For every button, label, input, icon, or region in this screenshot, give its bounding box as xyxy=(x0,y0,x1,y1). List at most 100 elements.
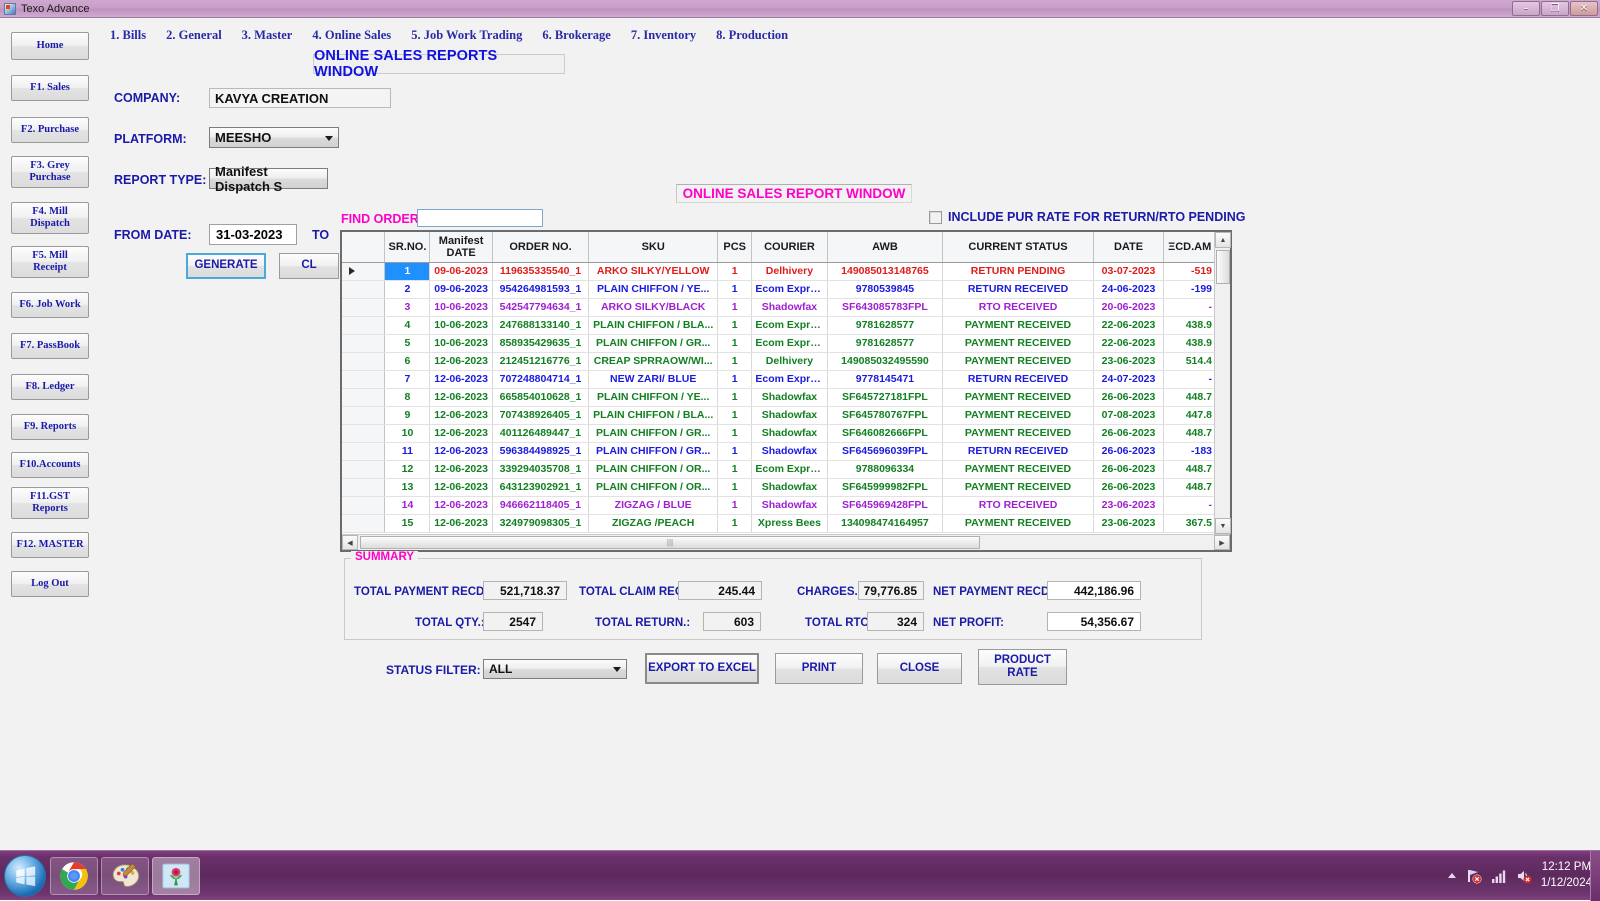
row-header-cell[interactable] xyxy=(342,496,386,515)
column-header-pcs[interactable]: PCS xyxy=(717,232,753,263)
cell-sku[interactable]: ARKO SILKY/YELLOW xyxy=(588,262,719,281)
cell-date[interactable]: 26-06-2023 xyxy=(1093,442,1165,461)
cell-sku[interactable]: ZIGZAG / BLUE xyxy=(588,496,719,515)
cell-manifest_date[interactable]: 12-06-2023 xyxy=(429,496,493,515)
cell-awb[interactable]: 9781628577 xyxy=(827,316,944,335)
table-row[interactable]: 7 12-06-2023 707248804714_1 NEW ZARI/ BLUE 1… xyxy=(342,370,1216,389)
sidebar-item-f1-sales[interactable]: F1. Sales xyxy=(11,75,89,101)
cell-pcs[interactable]: 1 xyxy=(717,280,753,299)
table-row[interactable]: 14 12-06-2023 946662118405_1 ZIGZAG / BLUE 1… xyxy=(342,496,1216,515)
cell-awb[interactable]: SF645780767FPL xyxy=(827,406,944,425)
start-orb-icon[interactable] xyxy=(4,855,46,897)
table-row[interactable]: 4 10-06-2023 247688133140_1 PLAIN CHIFFON /… xyxy=(342,316,1216,335)
cell-status[interactable]: PAYMENT RECEIVED xyxy=(942,478,1094,497)
column-header-recd-amount[interactable]: ΞCD.AM xyxy=(1163,232,1216,263)
generate-button[interactable]: GENERATE xyxy=(186,253,266,279)
menu-item-production[interactable]: 8. Production xyxy=(706,26,798,45)
cell-courier[interactable]: Ecom Express xyxy=(751,460,828,479)
cell-pcs[interactable]: 1 xyxy=(717,478,753,497)
print-button[interactable]: PRINT xyxy=(775,653,863,684)
row-header-cell[interactable] xyxy=(342,280,386,299)
cell-awb[interactable]: 9780539845 xyxy=(827,280,944,299)
cell-pcs[interactable]: 1 xyxy=(717,262,753,281)
sidebar-item-f12-master[interactable]: F12. MASTER xyxy=(11,532,89,558)
cell-sku[interactable]: PLAIN CHIFFON / BLA... xyxy=(588,406,719,425)
cell-sr[interactable]: 13 xyxy=(384,478,431,497)
cell-recd_amt[interactable]: 367.5 xyxy=(1163,514,1216,533)
company-field[interactable]: KAVYA CREATION xyxy=(209,88,391,108)
cell-status[interactable]: PAYMENT RECEIVED xyxy=(942,514,1094,533)
paint-taskbar-icon[interactable] xyxy=(101,857,149,895)
cell-order_no[interactable]: 643123902921_1 xyxy=(492,478,590,497)
cell-sr[interactable]: 4 xyxy=(384,316,431,335)
cell-courier[interactable]: Delhivery xyxy=(751,262,828,281)
cell-courier[interactable]: Shadowfax xyxy=(751,424,828,443)
sidebar-item-f9-reports[interactable]: F9. Reports xyxy=(11,414,89,440)
cell-courier[interactable]: Xpress Bees xyxy=(751,514,828,533)
cell-pcs[interactable]: 1 xyxy=(717,370,753,389)
cell-status[interactable]: PAYMENT RECEIVED xyxy=(942,388,1094,407)
cell-date[interactable]: 22-06-2023 xyxy=(1093,334,1165,353)
cell-recd_amt[interactable]: 447.8 xyxy=(1163,406,1216,425)
close-button-bottom[interactable]: CLOSE xyxy=(877,653,962,684)
platform-select[interactable]: MEESHO xyxy=(209,127,339,148)
cell-sku[interactable]: PLAIN CHIFFON / GR... xyxy=(588,334,719,353)
cell-awb[interactable]: 149085032495590 xyxy=(827,352,944,371)
sidebar-item-f8-ledger[interactable]: F8. Ledger xyxy=(11,374,89,400)
cell-order_no[interactable]: 542547794634_1 xyxy=(492,298,590,317)
cell-recd_amt[interactable]: - xyxy=(1163,370,1216,389)
sidebar-item-f6-job-work[interactable]: F6. Job Work xyxy=(11,292,89,318)
cell-awb[interactable]: SF645696039FPL xyxy=(827,442,944,461)
cell-sku[interactable]: PLAIN CHIFFON / OR... xyxy=(588,478,719,497)
menu-item-inventory[interactable]: 7. Inventory xyxy=(621,26,706,45)
table-row[interactable]: 2 09-06-2023 954264981593_1 PLAIN CHIFFON /… xyxy=(342,280,1216,299)
cell-order_no[interactable]: 119635335540_1 xyxy=(492,262,590,281)
scroll-up-icon[interactable]: ▲ xyxy=(1215,232,1231,248)
cell-sr[interactable]: 14 xyxy=(384,496,431,515)
row-header-cell[interactable] xyxy=(342,406,386,425)
cell-sku[interactable]: CREAP SPRRAOW/WI... xyxy=(588,352,719,371)
cell-order_no[interactable]: 596384498925_1 xyxy=(492,442,590,461)
menu-item-master[interactable]: 3. Master xyxy=(232,26,303,45)
cell-date[interactable]: 20-06-2023 xyxy=(1093,298,1165,317)
cell-order_no[interactable]: 339294035708_1 xyxy=(492,460,590,479)
table-row[interactable]: 3 10-06-2023 542547794634_1 ARKO SILKY/BLAC… xyxy=(342,298,1216,317)
cell-manifest_date[interactable]: 12-06-2023 xyxy=(429,442,493,461)
cell-recd_amt[interactable]: 438.9 xyxy=(1163,334,1216,353)
cell-date[interactable]: 26-06-2023 xyxy=(1093,388,1165,407)
cell-awb[interactable]: 149085013148765 xyxy=(827,262,944,281)
cell-manifest_date[interactable]: 12-06-2023 xyxy=(429,460,493,479)
cell-date[interactable]: 26-06-2023 xyxy=(1093,478,1165,497)
cell-order_no[interactable]: 665854010628_1 xyxy=(492,388,590,407)
cell-pcs[interactable]: 1 xyxy=(717,298,753,317)
row-header-cell[interactable] xyxy=(342,442,386,461)
cell-sr[interactable]: 15 xyxy=(384,514,431,533)
table-row[interactable]: 10 12-06-2023 401126489447_1 PLAIN CHIFFON … xyxy=(342,424,1216,443)
cell-manifest_date[interactable]: 09-06-2023 xyxy=(429,262,493,281)
cell-courier[interactable]: Delhivery xyxy=(751,352,828,371)
cell-date[interactable]: 26-06-2023 xyxy=(1093,460,1165,479)
column-header-order-no[interactable]: ORDER NO. xyxy=(492,232,590,263)
cell-sr[interactable]: 9 xyxy=(384,406,431,425)
cell-sr[interactable]: 11 xyxy=(384,442,431,461)
menu-item-bills[interactable]: 1. Bills xyxy=(100,26,156,45)
cell-date[interactable]: 24-07-2023 xyxy=(1093,370,1165,389)
cell-sku[interactable]: ZIGZAG /PEACH xyxy=(588,514,719,533)
cell-order_no[interactable]: 212451216776_1 xyxy=(492,352,590,371)
row-header-cell[interactable] xyxy=(342,478,386,497)
sidebar-item-f2-purchase[interactable]: F2. Purchase xyxy=(11,117,89,143)
cell-date[interactable]: 22-06-2023 xyxy=(1093,316,1165,335)
cell-date[interactable]: 23-06-2023 xyxy=(1093,352,1165,371)
include-pur-rate-checkbox-wrapper[interactable]: INCLUDE PUR RATE FOR RETURN/RTO PENDING xyxy=(929,210,1245,224)
cell-pcs[interactable]: 1 xyxy=(717,334,753,353)
sidebar-item-f4-mill-dispatch[interactable]: F4. Mill Dispatch xyxy=(11,202,89,234)
column-header-date[interactable]: DATE xyxy=(1093,232,1165,263)
cell-sku[interactable]: ARKO SILKY/BLACK xyxy=(588,298,719,317)
row-header-cell[interactable] xyxy=(342,514,386,533)
sidebar-item-f11-gst-reports[interactable]: F11.GST Reports xyxy=(11,487,89,519)
cell-date[interactable]: 26-06-2023 xyxy=(1093,424,1165,443)
cell-sr[interactable]: 2 xyxy=(384,280,431,299)
cell-sr[interactable]: 6 xyxy=(384,352,431,371)
cell-recd_amt[interactable]: 448.7 xyxy=(1163,460,1216,479)
scroll-down-icon[interactable]: ▼ xyxy=(1215,518,1231,534)
